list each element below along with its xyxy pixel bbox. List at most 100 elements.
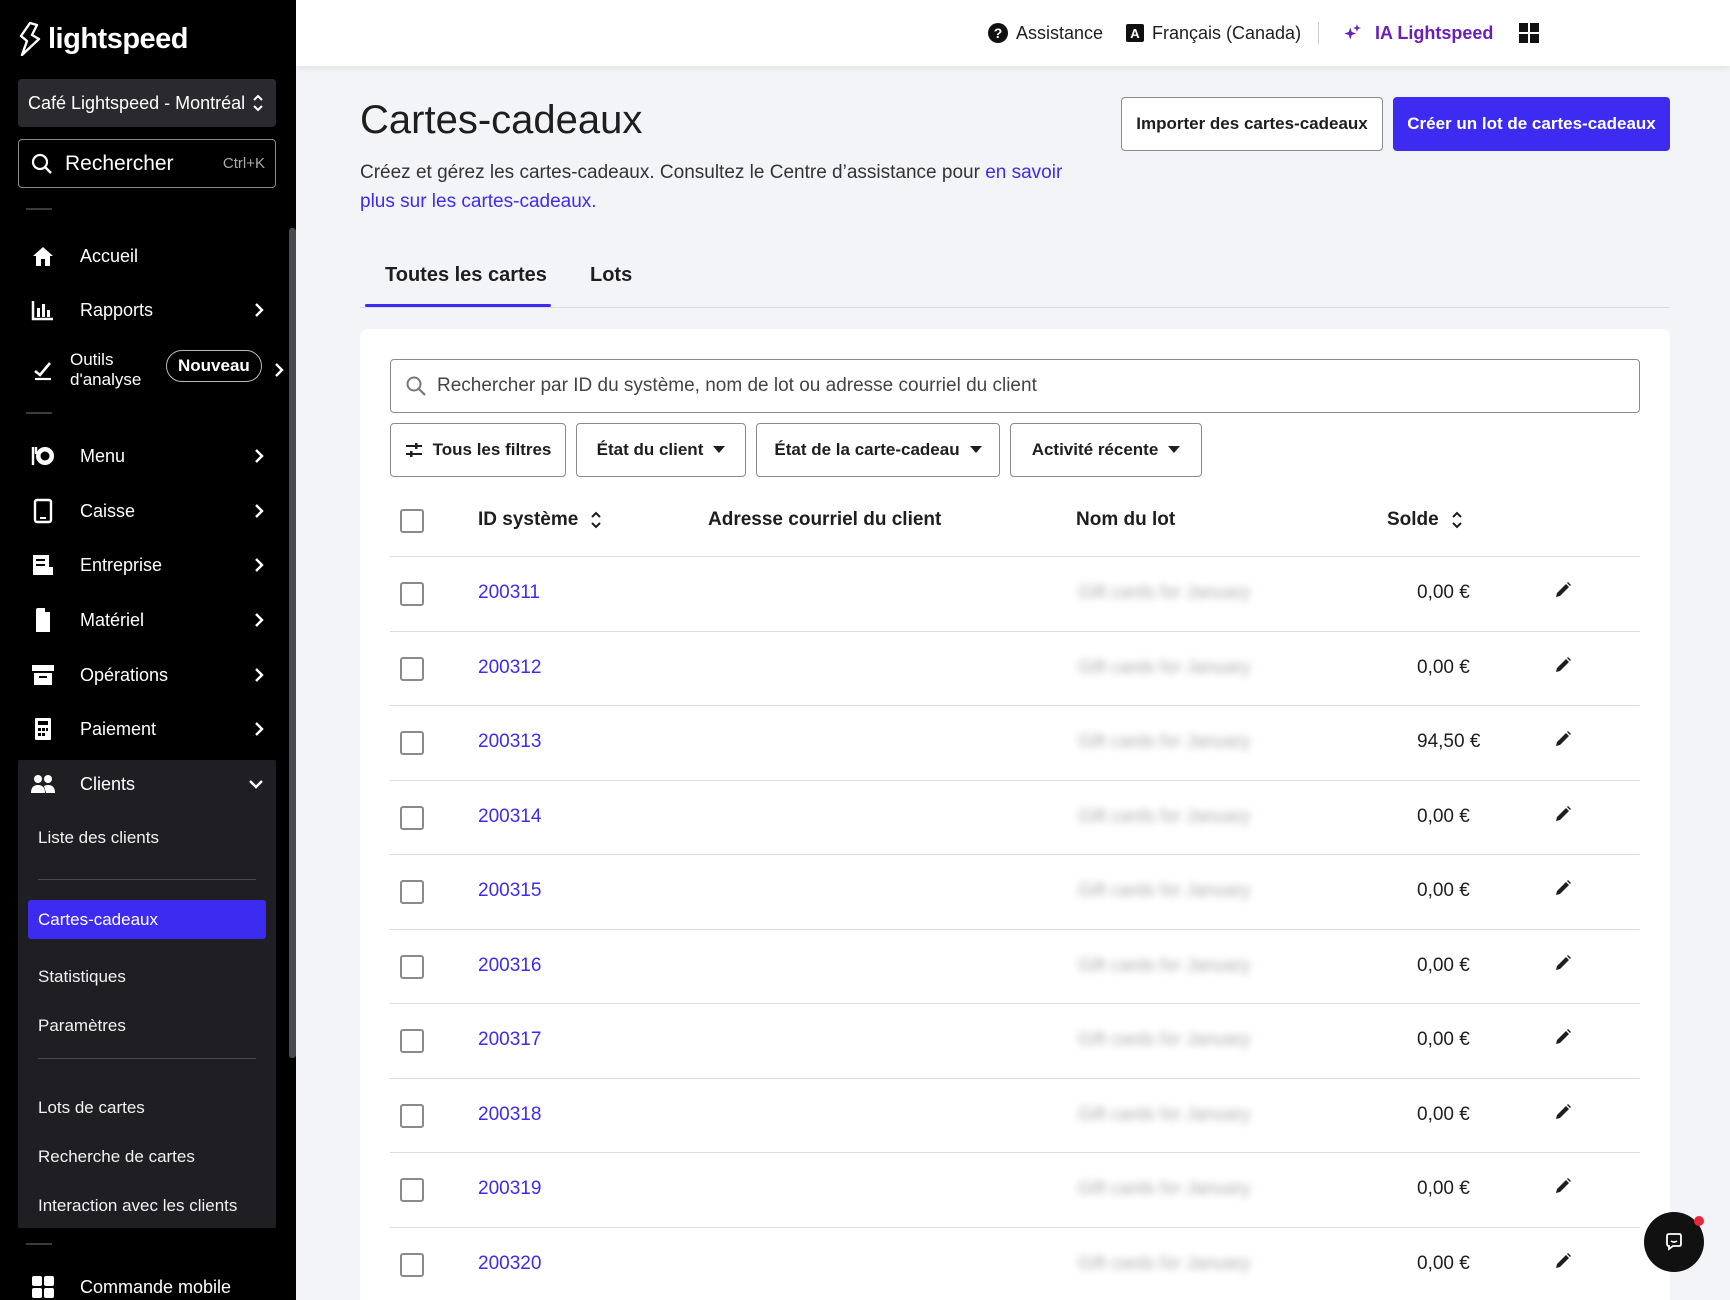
row-checkbox[interactable] bbox=[400, 656, 424, 681]
row-checkbox[interactable] bbox=[400, 805, 424, 830]
system-id-link[interactable]: 200312 bbox=[478, 657, 541, 679]
system-id-link[interactable]: 200316 bbox=[478, 955, 541, 977]
row-checkbox[interactable] bbox=[400, 731, 424, 755]
edit-pencil-icon[interactable] bbox=[1554, 1028, 1572, 1051]
edit-pencil-icon[interactable] bbox=[1554, 1252, 1572, 1275]
edit-pencil-icon[interactable] bbox=[1554, 581, 1572, 604]
row-checkbox[interactable] bbox=[400, 1029, 424, 1053]
system-id-link[interactable]: 200313 bbox=[478, 731, 541, 753]
ai-lightspeed-button[interactable]: IA Lightspeed bbox=[1342, 0, 1493, 66]
all-filters-button[interactable]: Tous les filtres bbox=[390, 423, 566, 477]
lightspeed-logo[interactable]: lightspeed bbox=[18, 22, 189, 56]
table-search-input[interactable]: Rechercher par ID du système, nom de lot… bbox=[390, 359, 1640, 413]
import-gift-cards-button[interactable]: Importer des cartes-cadeaux bbox=[1121, 97, 1383, 151]
sidebar-item-caisse[interactable]: Caisse bbox=[18, 487, 276, 535]
system-id-link[interactable]: 200315 bbox=[478, 880, 541, 902]
assistance-label: Assistance bbox=[1016, 22, 1104, 43]
chevron-right-icon bbox=[255, 504, 264, 518]
sidebar-item-commande-mobile[interactable]: Commande mobile bbox=[18, 1263, 276, 1300]
sidebar-item-rapports[interactable]: Rapports bbox=[18, 286, 276, 334]
row-checkbox[interactable] bbox=[400, 1103, 424, 1128]
sidebar-item-paiement[interactable]: Paiement bbox=[18, 705, 276, 753]
language-label: Français (Canada) bbox=[1152, 22, 1302, 43]
batch-name: Gift cards for January bbox=[1078, 1029, 1251, 1049]
filter-sliders-icon bbox=[405, 443, 422, 457]
sidebar-scrollbar[interactable] bbox=[289, 228, 296, 1058]
divider bbox=[38, 879, 256, 880]
label-line-1: Outils bbox=[70, 350, 114, 369]
tablet-icon bbox=[30, 498, 56, 524]
system-id-link[interactable]: 200319 bbox=[478, 1178, 541, 1200]
sidebar-item-outils-analyse[interactable]: Outils d'analyse Nouveau bbox=[18, 344, 284, 396]
caret-down-icon bbox=[713, 446, 726, 453]
sparkle-icon bbox=[1344, 24, 1361, 40]
apps-grid-icon bbox=[1519, 23, 1539, 43]
row-checkbox[interactable] bbox=[400, 954, 424, 979]
system-id-link[interactable]: 200318 bbox=[478, 1104, 541, 1126]
sidebar-item-accueil[interactable]: Accueil bbox=[18, 232, 276, 280]
edit-pencil-icon[interactable] bbox=[1554, 1103, 1572, 1126]
app-switcher-button[interactable] bbox=[1519, 0, 1539, 66]
row-checkbox[interactable] bbox=[400, 880, 424, 904]
svg-text:?: ? bbox=[994, 25, 1003, 41]
sidebar-subitem-lots-cartes[interactable]: Lots de cartes bbox=[38, 1098, 145, 1118]
chat-button[interactable] bbox=[1644, 1212, 1704, 1272]
sidebar-subitem-recherche-cartes[interactable]: Recherche de cartes bbox=[38, 1147, 195, 1167]
column-header-solde[interactable]: Solde bbox=[1387, 509, 1463, 531]
edit-pencil-icon[interactable] bbox=[1554, 805, 1572, 828]
sidebar-item-menu[interactable]: Menu bbox=[18, 432, 276, 480]
column-label: Adresse courriel du client bbox=[708, 509, 942, 530]
assistance-link[interactable]: ? Assistance bbox=[987, 0, 1103, 66]
edit-pencil-icon[interactable] bbox=[1554, 879, 1572, 902]
balance: 0,00 € bbox=[1417, 1252, 1470, 1274]
sidebar-search[interactable]: Rechercher Ctrl+K bbox=[18, 139, 276, 188]
gift-card-state-filter[interactable]: État de la carte-cadeau bbox=[756, 423, 1000, 477]
row-checkbox[interactable] bbox=[400, 1178, 424, 1202]
system-id-link[interactable]: 200317 bbox=[478, 1029, 541, 1051]
sidebar-item-materiel[interactable]: Matériel bbox=[18, 596, 276, 644]
filter-label: Tous les filtres bbox=[432, 440, 552, 459]
edit-pencil-icon[interactable] bbox=[1554, 1177, 1572, 1200]
system-id-link[interactable]: 200320 bbox=[478, 1253, 541, 1275]
filter-label: Activité récente bbox=[1031, 440, 1159, 459]
sidebar-item-label: Paiement bbox=[80, 718, 157, 739]
sidebar-item-operations[interactable]: Opérations bbox=[18, 651, 276, 699]
row-checkbox[interactable] bbox=[400, 582, 424, 606]
sidebar-subitem-statistiques[interactable]: Statistiques bbox=[38, 967, 126, 987]
menu-plate-icon bbox=[30, 443, 56, 469]
chevron-right-icon bbox=[255, 303, 264, 317]
sort-icon bbox=[1452, 511, 1462, 529]
sidebar-item-clients[interactable]: Clients bbox=[18, 760, 276, 808]
sidebar-item-entreprise[interactable]: Entreprise bbox=[18, 541, 276, 589]
divider bbox=[26, 208, 52, 210]
edit-pencil-icon[interactable] bbox=[1554, 954, 1572, 977]
home-icon bbox=[30, 243, 56, 269]
system-id-link[interactable]: 200311 bbox=[478, 582, 540, 604]
edit-pencil-icon[interactable] bbox=[1554, 656, 1572, 679]
sidebar-subitem-parametres[interactable]: Paramètres bbox=[38, 1016, 126, 1036]
create-gift-card-batch-button[interactable]: Créer un lot de cartes-cadeaux bbox=[1393, 97, 1670, 151]
tab-lots[interactable]: Lots bbox=[590, 264, 632, 287]
sidebar-subitem-interaction-clients[interactable]: Interaction avec les clients bbox=[38, 1196, 237, 1216]
row-checkbox[interactable] bbox=[400, 1252, 424, 1277]
select-all-checkbox[interactable] bbox=[400, 509, 424, 533]
sidebar-subitem-cartes-cadeaux[interactable]: Cartes-cadeaux bbox=[28, 900, 266, 939]
batch-name: Gift cards for January bbox=[1078, 582, 1251, 602]
edit-pencil-icon[interactable] bbox=[1554, 730, 1572, 753]
chevron-right-icon bbox=[255, 722, 264, 736]
sidebar-item-label: Menu bbox=[80, 445, 126, 466]
system-id-link[interactable]: 200314 bbox=[478, 806, 541, 828]
store-selector[interactable]: Café Lightspeed - Montréal bbox=[18, 79, 276, 127]
analytics-icon bbox=[30, 357, 56, 383]
column-header-id-systeme[interactable]: ID système bbox=[478, 509, 602, 531]
filter-label: État de la carte-cadeau bbox=[774, 440, 960, 459]
table-row: 200316 Gift cards for January 0,00 € bbox=[390, 928, 1640, 1003]
sidebar-subitem-liste-clients[interactable]: Liste des clients bbox=[38, 828, 159, 848]
client-state-filter[interactable]: État du client bbox=[576, 423, 746, 477]
page-title: Cartes-cadeaux bbox=[360, 98, 643, 142]
column-label: Nom du lot bbox=[1076, 509, 1176, 530]
recent-activity-filter[interactable]: Activité récente bbox=[1010, 423, 1202, 477]
tab-toutes-les-cartes[interactable]: Toutes les cartes bbox=[385, 264, 547, 287]
sidebar-item-label: Outils d'analyse bbox=[70, 350, 141, 390]
language-selector[interactable]: A Français (Canada) bbox=[1125, 0, 1301, 66]
